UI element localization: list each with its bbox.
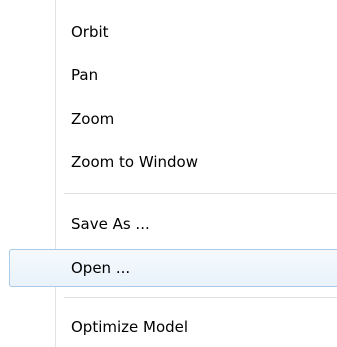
menu-item-label: Save As ... <box>71 215 150 233</box>
menu-item-label: Optimize Model <box>71 318 189 336</box>
menu-item-orbit[interactable]: Orbit <box>9 13 337 51</box>
menu-separator <box>64 297 337 299</box>
menu-item-optimize-model[interactable]: Optimize Model <box>9 308 337 346</box>
menu-item-open[interactable]: Open ... <box>9 249 337 287</box>
menu-item-label: Pan <box>71 66 99 84</box>
menu-item-pan[interactable]: Pan <box>9 56 337 94</box>
menu-item-zoom[interactable]: Zoom <box>9 100 337 138</box>
context-menu: Orbit Pan Zoom Zoom to Window Save As ..… <box>0 0 337 347</box>
menu-item-label: Orbit <box>71 23 109 41</box>
menu-item-save-as[interactable]: Save As ... <box>9 205 337 243</box>
menu-item-label: Open ... <box>71 259 131 277</box>
menu-item-label: Zoom <box>71 110 115 128</box>
menu-separator <box>64 193 337 195</box>
menu-item-label: Zoom to Window <box>71 153 198 171</box>
menu-item-zoom-to-window[interactable]: Zoom to Window <box>9 143 337 181</box>
